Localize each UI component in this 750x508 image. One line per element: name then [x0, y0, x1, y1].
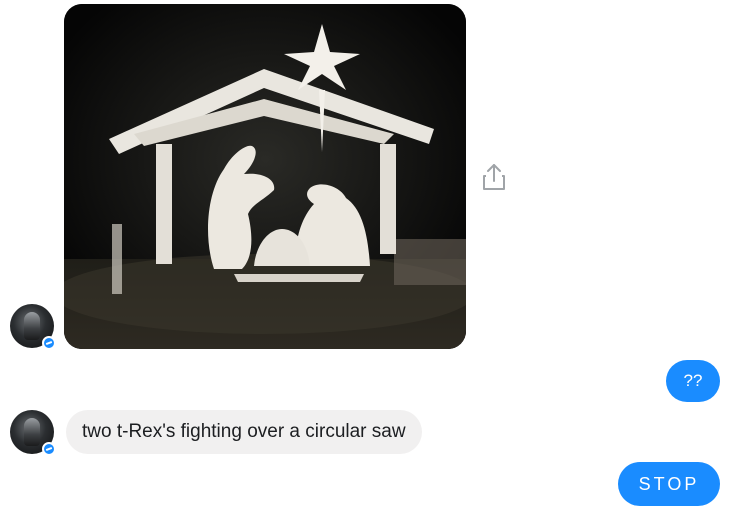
message-bubble-outgoing[interactable]: STOP	[618, 462, 720, 506]
avatar-image	[24, 418, 40, 446]
message-bubble-incoming[interactable]: two t-Rex's fighting over a circular saw	[66, 410, 422, 454]
messenger-badge-icon	[42, 442, 56, 456]
chat-thread: ?? two t-Rex's fighting over a circular …	[0, 0, 750, 508]
avatar[interactable]	[10, 410, 56, 456]
messenger-badge-icon	[42, 336, 56, 350]
photo-message[interactable]	[64, 4, 466, 349]
avatar[interactable]	[10, 304, 56, 350]
nativity-photo	[64, 4, 466, 349]
share-icon[interactable]	[480, 162, 508, 192]
avatar-image	[24, 312, 40, 340]
message-bubble-outgoing[interactable]: ??	[666, 360, 720, 402]
